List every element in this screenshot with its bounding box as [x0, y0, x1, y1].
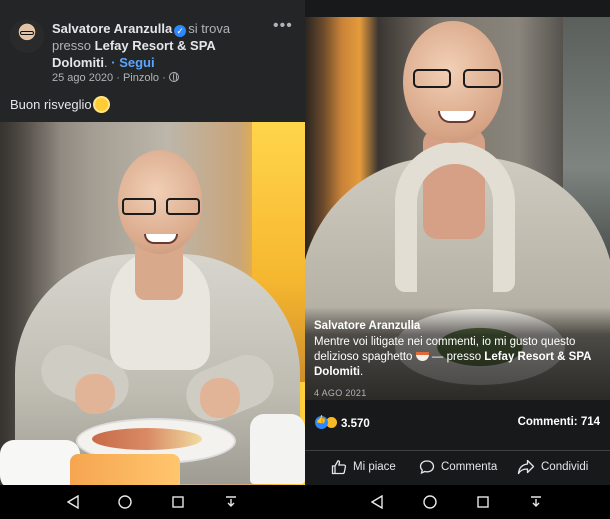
- back-icon[interactable]: [67, 495, 79, 509]
- comment-bubble-icon: [419, 460, 435, 475]
- comment-label: Commenta: [441, 461, 498, 473]
- android-nav-bar: [0, 485, 305, 519]
- recents-icon[interactable]: [477, 496, 489, 508]
- recents-icon[interactable]: [172, 496, 184, 508]
- author-name[interactable]: Salvatore Aranzulla: [52, 21, 172, 36]
- caption-author[interactable]: Salvatore Aranzulla: [314, 319, 604, 334]
- right-screenshot: Salvatore Aranzulla Mentre voi litigate …: [305, 0, 610, 519]
- sun-emoji-icon: [94, 98, 108, 111]
- post-author-line: Salvatore Aranzulla ✓ si trova presso Lefa…: [52, 21, 231, 70]
- photo-caption: Salvatore Aranzulla Mentre voi litigate …: [314, 319, 604, 380]
- like-button[interactable]: Mi piace: [331, 459, 396, 475]
- share-arrow-icon: [517, 459, 535, 475]
- post-actions: Mi piace Commenta Condividi: [305, 450, 610, 480]
- like-reaction-icon: [315, 415, 328, 429]
- post-location: Pinzolo: [122, 72, 160, 84]
- share-label: Condividi: [541, 461, 589, 473]
- post-header: Salvatore Aranzulla ✓ si trova presso Lefa…: [0, 0, 305, 122]
- like-label: Mi piace: [353, 461, 396, 473]
- reactions-count: 3.570: [341, 418, 370, 430]
- android-nav-bar: [305, 485, 610, 519]
- verified-badge-icon: ✓: [174, 25, 187, 37]
- comments-count[interactable]: Commenti: 714: [518, 416, 600, 428]
- author-avatar[interactable]: [10, 19, 44, 53]
- post-text: Buon risveglio: [10, 97, 108, 112]
- left-screenshot: Salvatore Aranzulla ✓ si trova presso Lefa…: [0, 0, 305, 519]
- post-date[interactable]: 25 ago 2020: [52, 72, 113, 84]
- caption-presso: — presso: [431, 351, 482, 363]
- hide-nav-icon[interactable]: [529, 495, 543, 509]
- follow-separator: ·: [111, 55, 120, 70]
- back-icon[interactable]: [371, 495, 383, 509]
- globe-icon: [168, 72, 179, 82]
- post-photo[interactable]: [0, 122, 305, 485]
- home-icon[interactable]: [423, 495, 437, 509]
- post-text-content: Buon risveglio: [10, 97, 92, 112]
- spaghetti-emoji-icon: [415, 352, 429, 361]
- reactions-summary[interactable]: 3.570: [315, 415, 370, 430]
- thumb-up-icon: [331, 460, 347, 475]
- comment-button[interactable]: Commenta: [419, 459, 497, 475]
- follow-button[interactable]: Segui: [119, 55, 154, 70]
- share-button[interactable]: Condividi: [517, 459, 588, 475]
- more-options-icon[interactable]: •••: [273, 17, 293, 35]
- caption-date: 4 AGO 2021: [314, 388, 367, 398]
- hide-nav-icon[interactable]: [224, 495, 238, 509]
- home-icon[interactable]: [118, 495, 132, 509]
- post-meta: 25 ago 2020 · Pinzolo ·: [52, 72, 179, 84]
